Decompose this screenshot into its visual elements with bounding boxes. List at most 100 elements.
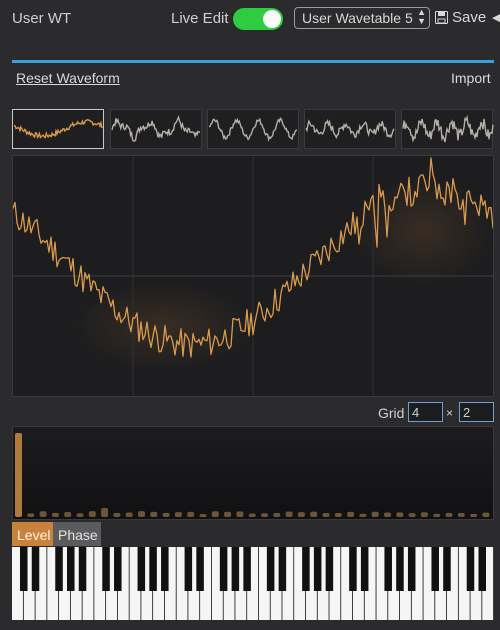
black-key [31,547,40,591]
harmonic-bar [224,511,232,517]
black-key [102,547,110,591]
black-key [360,547,369,591]
black-key [114,547,122,591]
app-title: User WT [12,10,72,27]
harmonic-bar [334,513,342,517]
black-key [67,547,75,591]
harmonic-bar [482,512,490,517]
harmonic-bar [88,511,96,517]
harmonic-bar [39,511,47,517]
harmonic-bar [371,511,379,517]
toggle-knob [263,10,281,28]
black-key [278,547,287,591]
harmonic-bar [125,512,133,517]
black-key [243,547,251,591]
black-key [184,547,193,591]
grid-times-label: × [446,406,454,420]
harmonic-bar [113,512,121,517]
black-key [149,547,157,591]
waveform-canvas[interactable] [12,156,494,396]
harmonic-bar [297,512,305,517]
harmonic-bar [76,513,84,517]
black-key [55,547,63,591]
harmonic-bar [359,513,367,517]
harmonic-bar [273,513,281,517]
black-key [349,547,357,591]
black-key [231,547,240,591]
harmonic-bar [310,511,318,517]
black-key [196,547,204,591]
waveform-glow [353,176,493,286]
harmonic-bar [174,512,182,517]
harmonic-bar [470,513,478,517]
import-link[interactable]: Import [451,70,491,86]
harmonics-panel[interactable] [12,426,494,520]
back-arrow-icon[interactable]: ◀ [492,8,500,26]
harmonic-bar [285,511,293,517]
wave-thumbnail-4[interactable] [304,109,396,149]
black-key [313,547,322,591]
harmonic-bar [162,512,170,517]
harmonic-bar [101,508,109,517]
tab-level[interactable]: Level [12,522,53,546]
preset-select[interactable]: User Wavetable 5 ▲ ▼ [294,7,430,29]
wave-thumbnail-5[interactable] [401,109,494,149]
harmonic-bar [433,513,441,517]
black-key [302,547,310,591]
harmonic-bar [150,511,158,517]
wave-thumbnail-1[interactable] [12,109,104,149]
thumbnail-wave [305,118,395,139]
harmonic-bar [248,513,256,517]
harmonic-bar [384,512,391,517]
save-button[interactable]: Save [435,9,486,26]
thumbnail-wave [13,118,103,140]
harmonic-bar [396,512,404,517]
grid-label: Grid [378,405,405,421]
grid-rows-input[interactable]: 2 [459,402,494,422]
harmonic-bar [261,513,268,517]
black-key [384,547,392,591]
black-key [78,547,87,591]
black-key [443,547,451,591]
black-key [137,547,146,591]
harmonic-bar [187,511,195,517]
waveform-editor[interactable] [12,155,494,397]
harmonic-bar [199,513,207,517]
reset-waveform-link[interactable]: Reset Waveform [16,70,120,86]
harmonic-bar [64,512,72,517]
piano-keyboard[interactable] [12,547,494,620]
harmonic-bar [51,512,59,517]
black-key [478,547,487,591]
black-key [431,547,439,591]
thumbnail-wave [111,115,200,143]
harmonic-bar [408,513,416,517]
top-bar: User WT Live Edit User Wavetable 5 ▲ ▼ Sa… [0,0,500,40]
harmonic-bar [322,512,330,517]
harmonic-bar [347,511,355,517]
live-edit-label: Live Edit [171,10,229,27]
wave-thumbnail-3[interactable] [207,109,299,149]
preset-select-value: User Wavetable 5 [302,10,413,26]
harmonic-bar [457,513,465,517]
black-key [396,547,404,591]
grid-cols-input[interactable]: 4 [408,402,443,422]
black-key [219,547,228,591]
save-icon [435,11,448,24]
black-key [266,547,275,591]
thumbnail-wave [402,114,494,143]
divider-line [12,60,494,63]
wave-thumbnail-2[interactable] [110,109,202,149]
select-arrows-icon: ▲ ▼ [417,7,426,26]
harmonic-bar [420,512,428,517]
black-key [466,547,475,591]
harmonic-bars[interactable] [13,427,493,519]
tab-phase[interactable]: Phase [53,522,101,546]
black-key [19,547,28,591]
live-edit-toggle[interactable] [233,8,283,30]
piano-keys[interactable] [12,547,494,620]
black-key [161,547,169,591]
black-key [407,547,416,591]
harmonic-bar [27,513,35,517]
thumbnail-wave [208,117,298,142]
harmonic-bar [445,512,453,517]
